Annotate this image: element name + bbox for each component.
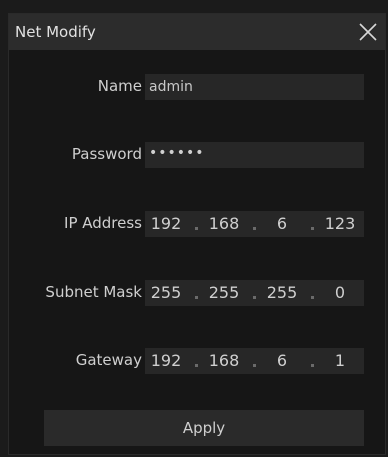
name-value: admin xyxy=(149,79,193,95)
dialog-title: Net Modify xyxy=(15,23,96,41)
ip-address-field: 192 168 6 123 xyxy=(145,211,364,237)
octet-separator xyxy=(311,296,314,299)
subnet-octet-4[interactable]: 0 xyxy=(319,283,361,303)
subnet-mask-row: Subnet Mask 255 255 255 0 xyxy=(9,280,385,306)
octet-separator xyxy=(311,364,314,367)
name-field[interactable]: admin xyxy=(145,74,364,100)
password-label: Password xyxy=(71,145,142,163)
ip-octet-2[interactable]: 168 xyxy=(203,214,245,234)
dialog-titlebar: Net Modify xyxy=(9,14,385,50)
close-icon[interactable] xyxy=(357,21,379,43)
gateway-octet-4[interactable]: 1 xyxy=(319,351,361,371)
gateway-octet-2[interactable]: 168 xyxy=(203,351,245,371)
ip-octet-4[interactable]: 123 xyxy=(319,214,361,234)
name-row: Name admin xyxy=(9,74,385,100)
password-row: Password •••••• xyxy=(9,142,385,168)
octet-separator xyxy=(253,227,256,230)
octet-separator xyxy=(253,296,256,299)
subnet-octet-3[interactable]: 255 xyxy=(261,283,303,303)
subnet-mask-field: 255 255 255 0 xyxy=(145,280,364,306)
password-field[interactable]: •••••• xyxy=(145,142,364,168)
gateway-row: Gateway 192 168 6 1 xyxy=(9,348,385,374)
subnet-mask-label: Subnet Mask xyxy=(45,283,142,301)
ip-octet-1[interactable]: 192 xyxy=(145,214,187,234)
ip-address-label: IP Address xyxy=(64,214,142,232)
gateway-label: Gateway xyxy=(75,351,142,369)
octet-separator xyxy=(195,364,198,367)
octet-separator xyxy=(195,296,198,299)
gateway-octet-3[interactable]: 6 xyxy=(261,351,303,371)
subnet-octet-1[interactable]: 255 xyxy=(145,283,187,303)
name-label: Name xyxy=(97,77,142,95)
gateway-field: 192 168 6 1 xyxy=(145,348,364,374)
ip-octet-3[interactable]: 6 xyxy=(261,214,303,234)
password-value: •••••• xyxy=(149,145,205,161)
subnet-octet-2[interactable]: 255 xyxy=(203,283,245,303)
apply-button[interactable]: Apply xyxy=(44,410,364,446)
net-modify-dialog: Net Modify Name admin Password •••••• IP… xyxy=(8,13,386,455)
octet-separator xyxy=(253,364,256,367)
gateway-octet-1[interactable]: 192 xyxy=(145,351,187,371)
octet-separator xyxy=(195,227,198,230)
ip-address-row: IP Address 192 168 6 123 xyxy=(9,211,385,237)
octet-separator xyxy=(311,227,314,230)
